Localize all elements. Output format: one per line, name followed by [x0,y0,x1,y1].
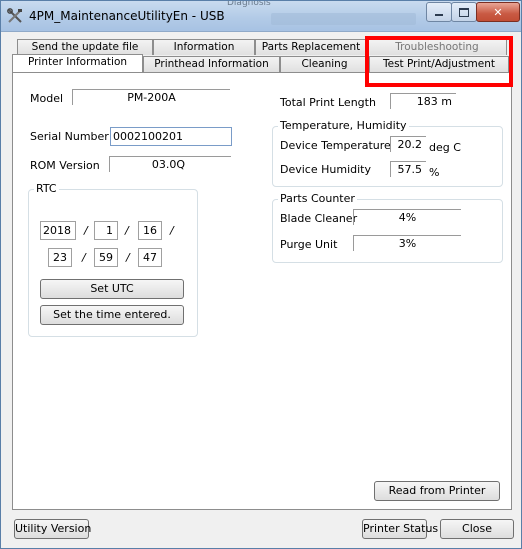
serial-number-label: Serial Number [30,130,109,143]
close-window-button[interactable]: ✕ [476,2,520,22]
blade-cleaner-value: 4% [353,209,461,225]
rtc-title: RTC [34,182,59,195]
temperature-humidity-title: Temperature, Humidity [278,119,409,132]
tab-cleaning[interactable]: Cleaning [280,56,369,72]
close-icon: ✕ [493,5,503,19]
tab-information[interactable]: Information [153,39,255,55]
rtc-hour-field[interactable]: 23 [48,248,72,267]
tab-parts-replacement[interactable]: Parts Replacement [255,39,367,55]
total-print-length-value: 183 m [390,93,456,109]
maximize-icon [459,7,469,17]
set-utc-button[interactable]: Set UTC [40,279,184,299]
tab-troubleshooting[interactable]: Troubleshooting [367,39,507,55]
rtc-separator: / [82,251,86,264]
printer-status-button[interactable]: Printer Status [362,519,438,539]
tab-test-print-adjustment[interactable]: Test Print/Adjustment [369,56,509,72]
rom-version-value: 03.0Q [109,156,231,172]
purge-unit-label: Purge Unit [280,238,338,251]
set-time-entered-button[interactable]: Set the time entered. [40,305,184,325]
device-humidity-label: Device Humidity [280,163,371,176]
tab-printhead-information[interactable]: Printhead Information [143,56,280,72]
rtc-minute-field[interactable]: 59 [94,248,118,267]
minimize-icon [435,14,443,16]
device-temperature-value: 20.2 [390,136,426,152]
rom-version-label: ROM Version [30,159,100,172]
tab-send-update-file[interactable]: Send the update file [17,39,153,55]
temperature-unit: deg C [429,141,461,154]
read-from-printer-button[interactable]: Read from Printer [374,481,500,501]
wrench-screwdriver-icon [7,8,22,23]
model-value: PM-200A [72,89,230,105]
close-button[interactable]: Close [440,519,514,539]
rtc-separator: / [84,224,88,237]
minimize-button[interactable] [426,2,452,22]
device-humidity-value: 57.5 [390,161,426,177]
purge-unit-value: 3% [353,235,461,251]
background-window-text: Diagnosis [227,0,271,8]
model-label: Model [30,92,64,105]
device-temperature-label: Device Temperature [280,139,391,152]
temperature-humidity-group [272,126,503,187]
serial-number-field[interactable]: 0002100201 [110,127,232,146]
app-window: Diagnosis 4PM_MaintenanceUtilityEn - USB… [0,0,522,549]
rtc-second-field[interactable]: 47 [138,248,162,267]
window-title: 4PM_MaintenanceUtilityEn - USB [29,9,225,23]
rtc-day-field[interactable]: 16 [138,221,162,240]
blade-cleaner-label: Blade Cleaner [280,212,358,225]
humidity-unit: % [429,166,440,179]
printer-information-panel: Model PM-200A Serial Number 0002100201 R… [12,72,512,510]
tab-printer-information[interactable]: Printer Information [12,54,143,72]
rtc-separator: / [126,251,130,264]
rtc-month-field[interactable]: 1 [94,221,118,240]
title-bar[interactable]: Diagnosis 4PM_MaintenanceUtilityEn - USB… [1,1,521,32]
utility-version-button[interactable]: Utility Version [14,519,91,539]
maximize-button[interactable] [451,2,477,22]
rtc-year-field[interactable]: 2018 [40,221,76,240]
background-window-blur [271,13,416,25]
rtc-separator: / [170,224,174,237]
total-print-length-label: Total Print Length [280,96,376,109]
rtc-separator: / [125,224,129,237]
parts-counter-title: Parts Counter [278,192,357,205]
